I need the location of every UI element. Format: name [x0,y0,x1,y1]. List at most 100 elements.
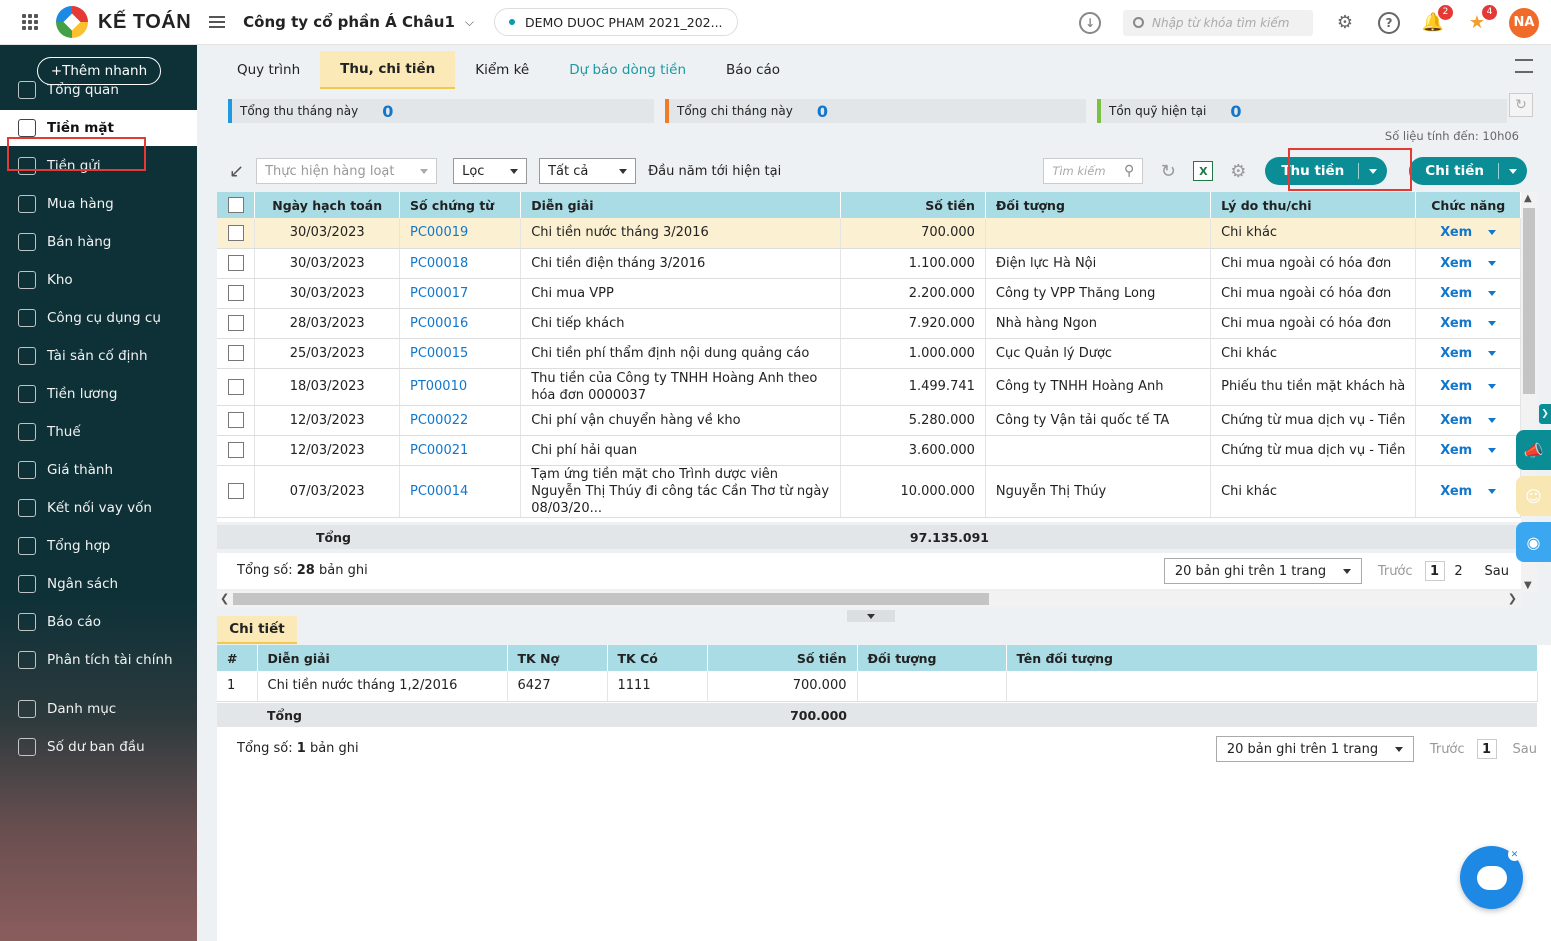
sidebar-item-14[interactable]: Ngân sách [0,566,197,602]
sidebar-item-18[interactable]: Số dư ban đầu [0,729,197,765]
panel-splitter-toggle[interactable] [847,610,895,622]
promo-icon[interactable]: ★ 4 [1465,4,1497,35]
company-selector[interactable]: Công ty cổ phần Á Châu1 [243,13,455,31]
sidebar-item-15[interactable]: Báo cáo [0,604,197,640]
table-row[interactable]: 30/03/2023 PC00018 Chi tiền điện tháng 3/2… [217,248,1521,279]
avatar[interactable]: NA [1509,7,1539,38]
col-amount[interactable]: Số tiền [840,192,986,218]
page-1-button[interactable]: 1 [1424,561,1445,581]
scroll-right-icon[interactable]: ❯ [1508,592,1517,605]
row-doc-no[interactable]: PC00017 [399,278,522,309]
row-doc-no[interactable]: PC00022 [399,405,522,436]
prev-page-button[interactable]: Trước [1378,564,1413,579]
bell-icon[interactable]: 🔔 2 [1421,4,1453,35]
col-doc-no[interactable]: Số chứng từ [399,192,522,218]
batch-action-select[interactable]: Thực hiện hàng loạt [256,158,438,184]
download-icon[interactable]: ↓ [1079,11,1101,34]
caret-down-icon[interactable] [1488,290,1497,296]
row-doc-no[interactable]: PT00010 [399,368,522,406]
horizontal-scroll-thumb[interactable] [233,593,989,605]
row-checkbox[interactable] [227,315,244,331]
col-date[interactable]: Ngày hạch toán [254,192,400,218]
close-icon[interactable]: ✕ [1508,848,1521,861]
sidebar-item-8[interactable]: Tài sản cố định [0,338,197,374]
tab-process[interactable]: Quy trình [217,51,320,89]
tab-cashflow-forecast[interactable]: Dự báo dòng tiền [549,51,706,89]
tab-reports[interactable]: Báo cáo [706,51,800,89]
row-checkbox[interactable] [227,224,244,241]
sidebar-item-4[interactable]: Mua hàng [0,186,197,222]
view-link[interactable]: Xem [1440,225,1472,240]
col-reason[interactable]: Lý do thu/chi [1210,192,1417,218]
gear-icon[interactable]: ⚙ [1227,160,1249,182]
gear-icon[interactable]: ⚙ [1333,11,1357,35]
row-checkbox[interactable] [227,378,244,395]
detail-row[interactable]: 1 Chi tiền nước tháng 1,2/2016 6427 1111… [217,671,1538,702]
app-grid-icon[interactable] [22,14,38,30]
scope-select[interactable]: Tất cả [539,158,637,184]
table-row[interactable]: 30/03/2023 PC00017 Chi mua VPP 2.200.000 Côn… [217,278,1521,309]
vertical-scroll-thumb[interactable] [1523,208,1535,394]
view-link[interactable]: Xem [1440,346,1472,361]
sidebar-item-13[interactable]: Tổng hợp [0,528,197,564]
table-row[interactable]: 25/03/2023 PC00015 Chi tiền phí thẩm định … [217,338,1521,369]
sidebar-item-17[interactable]: Danh mục [0,691,197,727]
table-horizontal-scrollbar[interactable]: ❮ ❯ [217,591,1521,607]
caret-down-icon[interactable] [1488,417,1497,423]
refresh-kpi-icon[interactable]: ↻ [1509,93,1533,117]
view-link[interactable]: Xem [1440,256,1472,271]
sidebar-item-6[interactable]: Kho [0,262,197,298]
row-checkbox[interactable] [227,412,244,428]
chevron-down-icon[interactable]: ⌵ [465,15,474,30]
sidebar-item-10[interactable]: Thuế [0,414,197,450]
select-all-checkbox[interactable] [227,197,244,214]
help-icon[interactable]: ? [1377,11,1401,35]
scroll-left-icon[interactable]: ❮ [220,592,229,605]
tab-detail[interactable]: Chi tiết [217,616,297,644]
excel-export-icon[interactable]: X [1193,161,1214,181]
caret-down-icon[interactable] [1488,384,1497,389]
col-description[interactable]: Diễn giải [520,192,842,218]
row-doc-no[interactable]: PC00014 [399,465,522,518]
menu-toggle-icon[interactable] [209,16,226,28]
caret-down-icon[interactable] [1488,488,1497,494]
caret-down-icon[interactable] [1488,447,1497,453]
table-row[interactable]: 07/03/2023 PC00014 Tạm ứng tiền mặt cho Tr… [217,465,1521,518]
sidebar-item-16[interactable]: Phân tích tài chính [0,642,197,678]
refresh-icon[interactable]: ↻ [1157,160,1179,182]
col-party[interactable]: Đối tượng [985,192,1212,218]
sidebar-item-12[interactable]: Kết nối vay vốn [0,490,197,526]
row-checkbox[interactable] [227,255,244,271]
table-row[interactable]: 30/03/2023 PC00019 Chi tiền nước tháng 3/2… [217,218,1521,249]
scroll-up-icon[interactable]: ▲ [1524,193,1532,204]
sidebar-item-7[interactable]: Công cụ dụng cụ [0,300,197,336]
sidebar-item-1[interactable]: Tổng quan [0,72,197,108]
caret-down-icon[interactable] [1488,350,1497,356]
row-checkbox[interactable] [227,345,244,361]
tab-inventory-check[interactable]: Kiểm kê [455,51,549,89]
table-row[interactable]: 28/03/2023 PC00016 Chi tiếp khách 7.920.000… [217,308,1521,339]
view-link[interactable]: Xem [1440,286,1472,301]
caret-down-icon[interactable] [1488,230,1497,236]
caret-down-icon[interactable] [1488,320,1497,326]
view-link[interactable]: Xem [1440,484,1472,499]
detail-next-page-button[interactable]: Sau [1513,742,1537,757]
sidebar-item-5[interactable]: Bán hàng [0,224,197,260]
view-link[interactable]: Xem [1440,379,1472,394]
row-checkbox[interactable] [227,285,244,301]
assistant-mascot-icon[interactable]: ☺ [1516,476,1551,516]
layout-settings-icon[interactable] [1515,59,1533,73]
row-doc-no[interactable]: PC00016 [399,308,522,339]
row-doc-no[interactable]: PC00018 [399,248,522,279]
tab-receipts-payments[interactable]: Thu, chi tiền [320,51,456,89]
robot-assistant-icon[interactable]: ◉ [1516,522,1551,562]
row-doc-no[interactable]: PC00021 [399,435,522,466]
sidebar-item-9[interactable]: Tiền lương [0,376,197,412]
table-row[interactable]: 12/03/2023 PC00022 Chi phí vận chuyển hàng… [217,405,1521,436]
expand-panel-icon[interactable]: ❯ [1539,404,1551,424]
page-2-button[interactable]: 2 [1449,561,1469,581]
megaphone-icon[interactable]: 📣 [1516,430,1551,470]
page-size-select[interactable]: 20 bản ghi trên 1 trang [1163,558,1362,584]
row-doc-no[interactable]: PC00015 [399,338,522,369]
detail-prev-page-button[interactable]: Trước [1430,742,1465,757]
